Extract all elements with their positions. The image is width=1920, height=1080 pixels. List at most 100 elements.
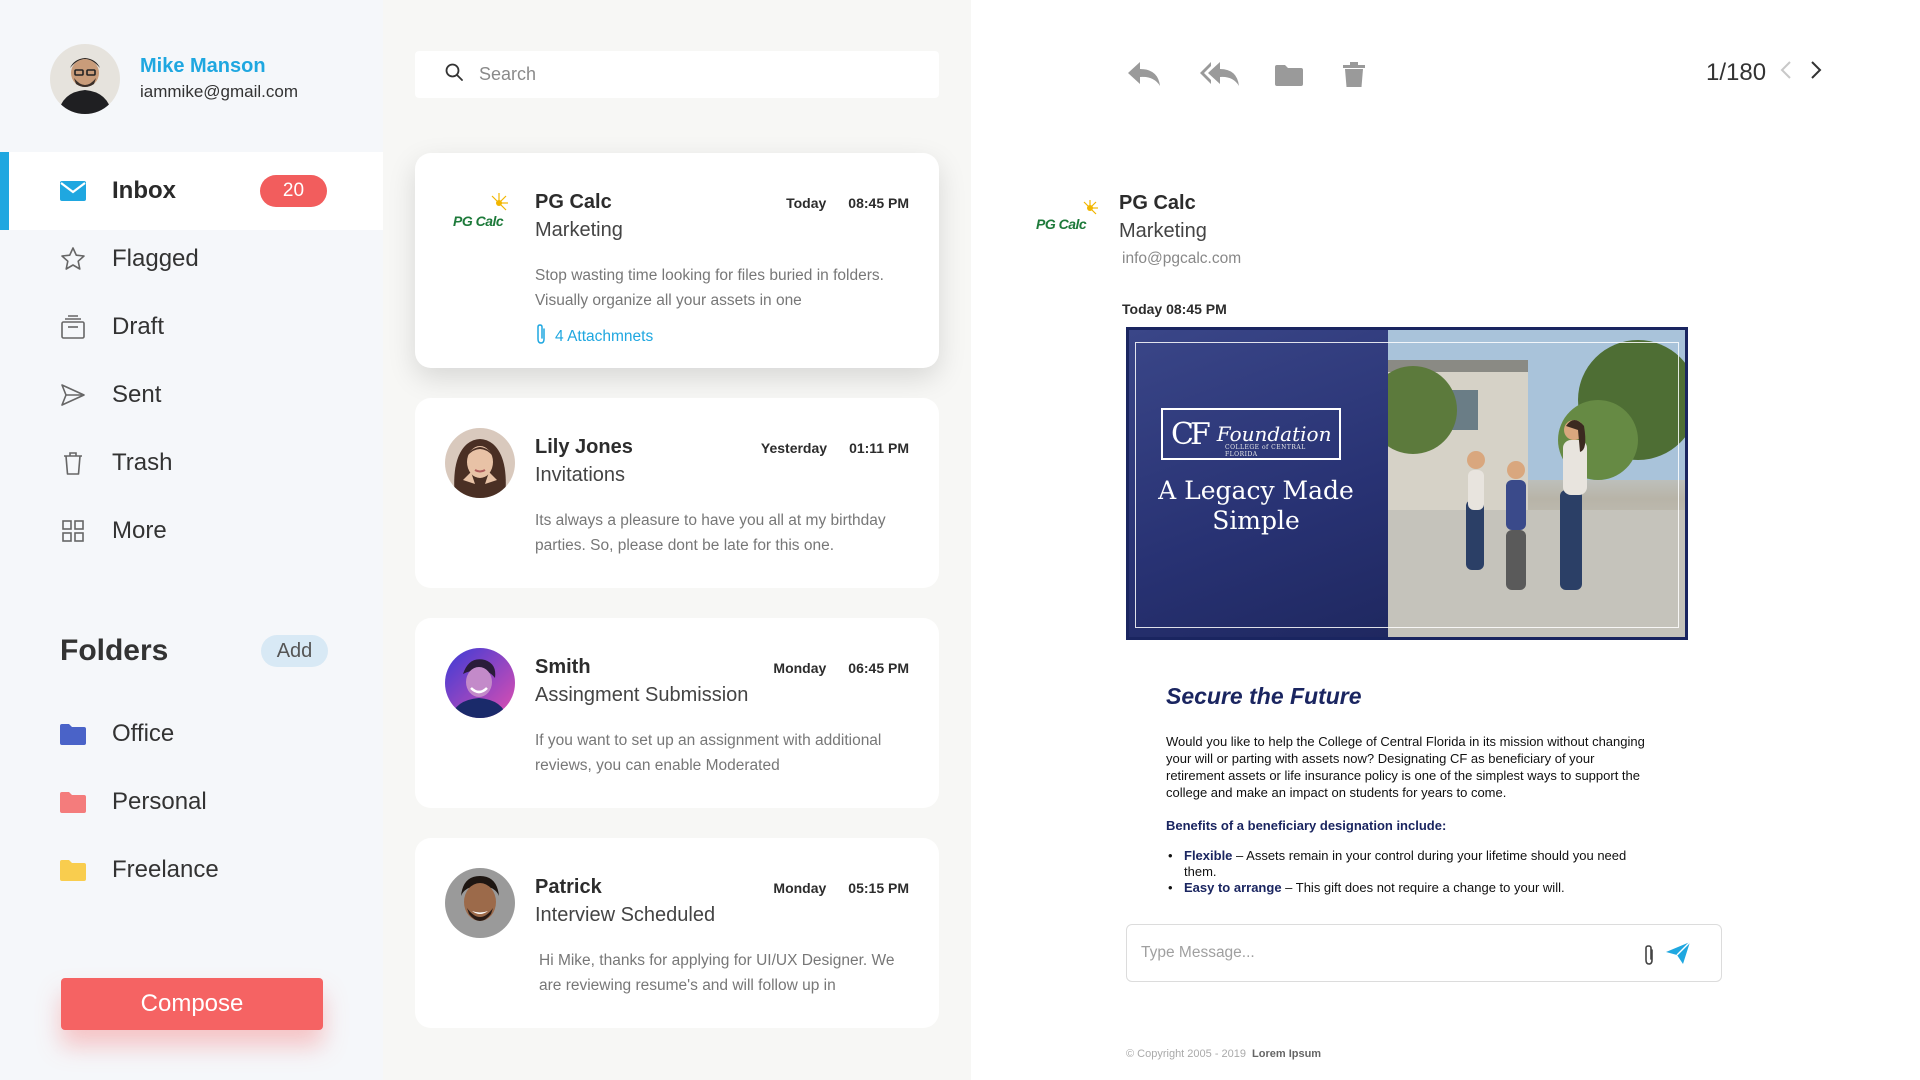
mail-time: 05:15 PM bbox=[848, 880, 909, 896]
mail-list-pane: PG Calc PG Calc Today 08:45 PM Marketing… bbox=[383, 0, 971, 1080]
cf-mark: CF bbox=[1171, 416, 1211, 452]
unread-count-badge: 20 bbox=[260, 175, 327, 207]
cf-word: Foundation bbox=[1216, 422, 1332, 446]
email-benefits-list: Flexible – Assets remain in your control… bbox=[1166, 848, 1656, 895]
nav-label-sent: Sent bbox=[112, 381, 162, 408]
reader-subject: Marketing bbox=[1119, 220, 1207, 242]
user-profile[interactable]: Mike Manson iammike@gmail.com bbox=[50, 44, 298, 114]
nav-item-sent[interactable]: Sent bbox=[0, 356, 383, 434]
mail-card-lily[interactable]: Lily Jones Yesterday 01:11 PM Invitation… bbox=[415, 398, 939, 588]
trash-icon bbox=[60, 450, 86, 476]
mailbox-nav: Inbox 20 Flagged Draft Sent Trash More bbox=[0, 152, 383, 560]
folder-icon bbox=[60, 723, 86, 745]
banner-left-panel: CF Foundation COLLEGE of CENTRAL FLORIDA… bbox=[1129, 330, 1388, 637]
pagination: 1/180 bbox=[1706, 59, 1822, 87]
add-folder-button[interactable]: Add bbox=[261, 635, 328, 667]
folder-list: Office Personal Freelance bbox=[60, 700, 219, 904]
page-counter: 1/180 bbox=[1706, 59, 1767, 86]
benefit-text: – This gift does not require a change to… bbox=[1281, 880, 1565, 895]
chevron-left-icon[interactable] bbox=[1780, 59, 1792, 87]
reader-sender: PG Calc bbox=[1119, 192, 1196, 214]
folders-title: Folders bbox=[60, 634, 169, 667]
mail-timestamp: Monday 06:45 PM bbox=[773, 660, 909, 676]
banner-photo bbox=[1369, 330, 1685, 637]
mail-subject: Invitations bbox=[535, 464, 626, 486]
nav-item-trash[interactable]: Trash bbox=[0, 424, 383, 502]
nav-label-flagged: Flagged bbox=[112, 245, 199, 272]
search-icon bbox=[445, 63, 463, 86]
nav-label-inbox: Inbox bbox=[112, 177, 176, 204]
reply-all-icon[interactable] bbox=[1199, 60, 1241, 93]
avatar[interactable] bbox=[50, 44, 120, 114]
pgcalc-logo-text: PG Calc bbox=[453, 213, 504, 229]
user-email: iammike@gmail.com bbox=[140, 82, 299, 101]
mail-day: Monday bbox=[773, 880, 827, 896]
banner-tagline: A Legacy Made Simple bbox=[1158, 476, 1354, 535]
footer-brand: Lorem Ipsum bbox=[1252, 1048, 1322, 1060]
mail-reader-pane: 1/180 PG Calc PG Calc Marketing info@pgc… bbox=[971, 0, 1920, 1080]
benefit-term: Easy to arrange bbox=[1184, 880, 1282, 895]
mail-card-pgcalc[interactable]: PG Calc PG Calc Today 08:45 PM Marketing… bbox=[415, 153, 939, 368]
benefit-term: Flexible bbox=[1184, 848, 1233, 863]
nav-label-draft: Draft bbox=[112, 313, 165, 340]
mail-day: Yesterday bbox=[760, 440, 828, 456]
mail-timestamp: Monday 05:15 PM bbox=[773, 880, 909, 896]
mail-sender: Smith bbox=[535, 656, 591, 678]
paperclip-icon bbox=[535, 323, 547, 350]
footer-copyright: © Copyright 2005 - 2019 bbox=[1126, 1048, 1247, 1060]
compose-button[interactable]: Compose bbox=[61, 978, 323, 1030]
search-bar[interactable] bbox=[415, 51, 939, 98]
pgcalc-logo: PG Calc bbox=[1036, 200, 1106, 240]
folders-header: Folders Add bbox=[60, 634, 328, 668]
mail-preview: Stop wasting time looking for files buri… bbox=[535, 267, 884, 309]
folder-item-office[interactable]: Office bbox=[60, 700, 219, 768]
folder-icon bbox=[60, 859, 86, 881]
mail-time: 01:11 PM bbox=[849, 440, 909, 456]
email-benefits-title: Benefits of a beneficiary designation in… bbox=[1166, 818, 1447, 833]
mail-sender: Lily Jones bbox=[535, 436, 633, 458]
mail-card-smith[interactable]: Smith Monday 06:45 PM Assingment Submiss… bbox=[415, 618, 939, 808]
mail-day: Today bbox=[786, 195, 827, 211]
cf-subtitle: COLLEGE of CENTRAL FLORIDA bbox=[1225, 444, 1306, 458]
trash-icon[interactable] bbox=[1342, 60, 1366, 93]
folder-icon bbox=[60, 791, 86, 813]
pgcalc-logo: PG Calc bbox=[445, 183, 515, 253]
mail-sender: PG Calc bbox=[535, 191, 612, 213]
nav-label-more: More bbox=[112, 517, 167, 544]
folder-item-personal[interactable]: Personal bbox=[60, 768, 219, 836]
mail-preview: If you want to set up an assignment with… bbox=[535, 732, 882, 774]
nav-item-more[interactable]: More bbox=[0, 492, 383, 570]
benefit-item: Flexible – Assets remain in your control… bbox=[1166, 848, 1656, 880]
mail-preview: Hi Mike, thanks for applying for UI/UX D… bbox=[539, 952, 895, 994]
attachments-count: 4 Attachmnets bbox=[555, 327, 654, 345]
nav-item-draft[interactable]: Draft bbox=[0, 288, 383, 366]
folder-item-freelance[interactable]: Freelance bbox=[60, 836, 219, 904]
mail-time: 08:45 PM bbox=[848, 195, 909, 211]
email-footer: © Copyright 2005 - 2019 Lorem Ipsum bbox=[1126, 1048, 1321, 1060]
folder-label-freelance: Freelance bbox=[112, 856, 219, 883]
star-icon bbox=[60, 246, 86, 272]
reply-input[interactable] bbox=[1141, 944, 1631, 962]
benefit-text: – Assets remain in your control during y… bbox=[1184, 848, 1627, 879]
reader-email[interactable]: info@pgcalc.com bbox=[1122, 250, 1241, 268]
reader-date: Today 08:45 PM bbox=[1122, 301, 1227, 317]
nav-item-flagged[interactable]: Flagged bbox=[0, 220, 383, 298]
mail-timestamp: Yesterday 01:11 PM bbox=[761, 440, 909, 456]
mail-time: 06:45 PM bbox=[848, 660, 909, 676]
mail-card-patrick[interactable]: Patrick Monday 05:15 PM Interview Schedu… bbox=[415, 838, 939, 1028]
paperclip-icon[interactable] bbox=[1642, 943, 1656, 972]
search-input[interactable] bbox=[479, 64, 919, 85]
avatar bbox=[445, 648, 515, 718]
chevron-right-icon[interactable] bbox=[1810, 59, 1822, 87]
mail-subject: Marketing bbox=[535, 219, 623, 241]
send-icon[interactable] bbox=[1665, 941, 1691, 970]
send-icon bbox=[60, 382, 86, 408]
folder-icon[interactable] bbox=[1275, 64, 1303, 91]
reply-icon[interactable] bbox=[1126, 60, 1162, 93]
nav-item-inbox[interactable]: Inbox 20 bbox=[0, 152, 383, 230]
attachments-link[interactable]: 4 Attachmnets bbox=[535, 323, 653, 350]
mail-icon bbox=[60, 178, 86, 204]
sidebar: Mike Manson iammike@gmail.com Inbox 20 F… bbox=[0, 0, 383, 1080]
email-heading: Secure the Future bbox=[1166, 683, 1362, 709]
email-banner-image: CF Foundation COLLEGE of CENTRAL FLORIDA… bbox=[1126, 327, 1688, 640]
